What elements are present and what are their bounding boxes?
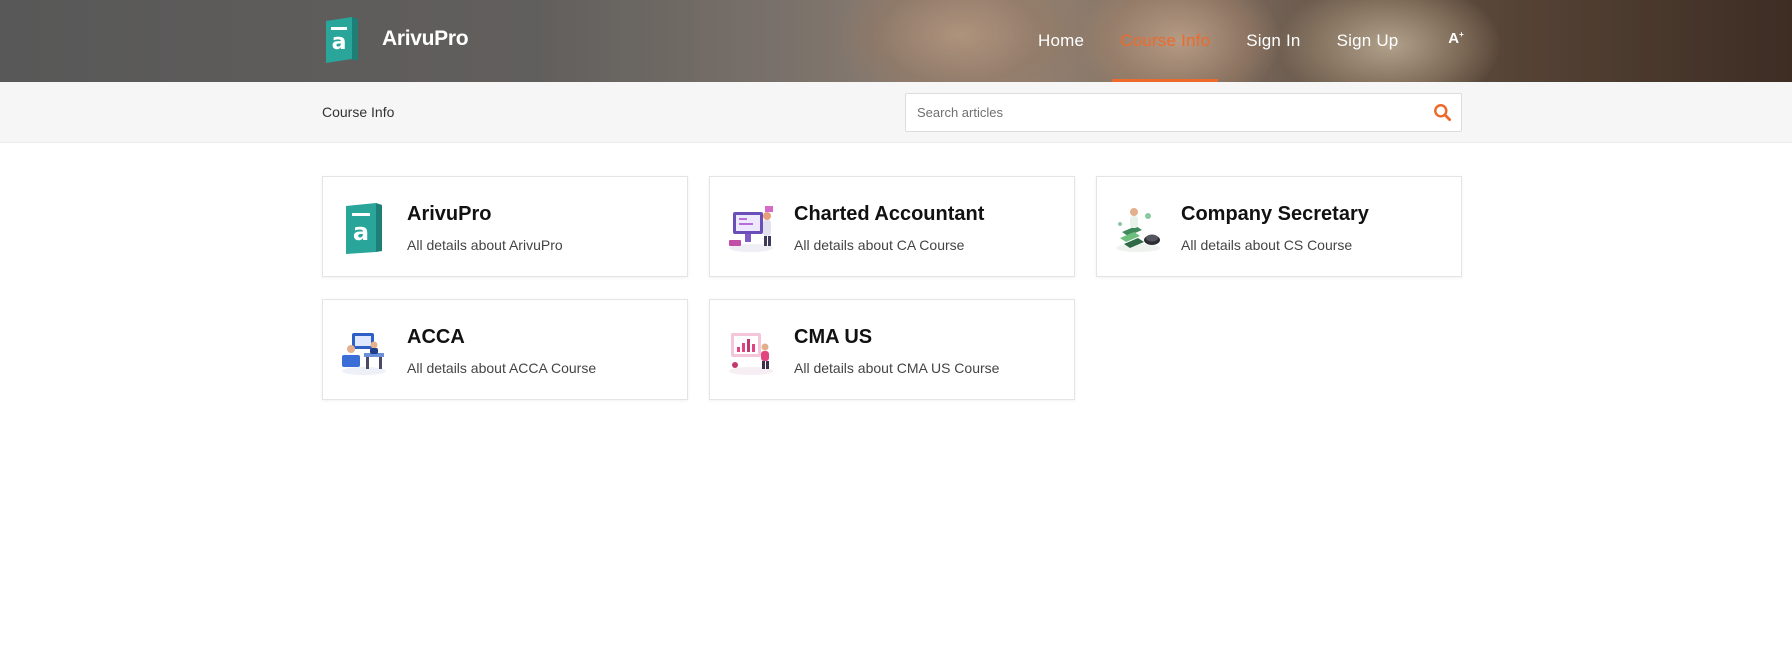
nav-sign-up[interactable]: Sign Up xyxy=(1329,0,1407,82)
card-description: All details about CMA US Course xyxy=(794,360,1000,376)
card-description: All details about ACCA Course xyxy=(407,360,597,376)
nav-home[interactable]: Home xyxy=(1030,0,1092,82)
arivupro-logo-icon: a xyxy=(326,17,358,63)
subheader-bar: Course Info xyxy=(0,82,1792,143)
course-card-acca[interactable]: ACCA All details about ACCA Course xyxy=(322,299,688,400)
card-description: All details about CA Course xyxy=(794,237,965,253)
svg-text:a: a xyxy=(353,218,369,246)
card-title: Company Secretary xyxy=(1181,203,1369,225)
card-title: ArivuPro xyxy=(407,203,492,225)
font-size-toggle-icon[interactable]: A + xyxy=(1447,28,1465,48)
acca-illustration-icon xyxy=(342,333,386,375)
font-toggle-letter: A xyxy=(1448,29,1460,47)
main-nav: Home Course Info Sign In Sign Up xyxy=(1030,0,1406,82)
secretary-illustration-icon xyxy=(1116,208,1160,252)
cma-illustration-icon xyxy=(729,333,773,375)
breadcrumb: Course Info xyxy=(322,104,395,120)
brand-name: ArivuPro xyxy=(382,27,469,50)
search-input[interactable] xyxy=(906,94,1426,131)
card-title: CMA US xyxy=(794,326,873,348)
search-icon[interactable] xyxy=(1433,103,1452,122)
card-title: Charted Accountant xyxy=(794,203,985,225)
card-title: ACCA xyxy=(407,326,465,348)
accountant-illustration-icon xyxy=(729,206,773,252)
course-card-cs[interactable]: Company Secretary All details about CS C… xyxy=(1096,176,1462,277)
nav-sign-in[interactable]: Sign In xyxy=(1238,0,1308,82)
course-card-arivupro[interactable]: a ArivuPro All details about ArivuPro xyxy=(322,176,688,277)
course-card-cma-us[interactable]: CMA US All details about CMA US Course xyxy=(709,299,1075,400)
arivupro-logo-icon: a xyxy=(346,203,382,254)
brand-logo-link[interactable]: a ArivuPro xyxy=(322,15,469,63)
card-description: All details about ArivuPro xyxy=(407,237,563,253)
site-header: a ArivuPro Home Course Info Sign In Sign… xyxy=(0,0,1792,82)
font-toggle-plus: + xyxy=(1459,29,1464,39)
course-card-ca[interactable]: Charted Accountant All details about CA … xyxy=(709,176,1075,277)
card-description: All details about CS Course xyxy=(1181,237,1353,253)
search-box xyxy=(905,93,1462,132)
svg-text:a: a xyxy=(332,30,347,55)
nav-course-info[interactable]: Course Info xyxy=(1112,0,1219,82)
